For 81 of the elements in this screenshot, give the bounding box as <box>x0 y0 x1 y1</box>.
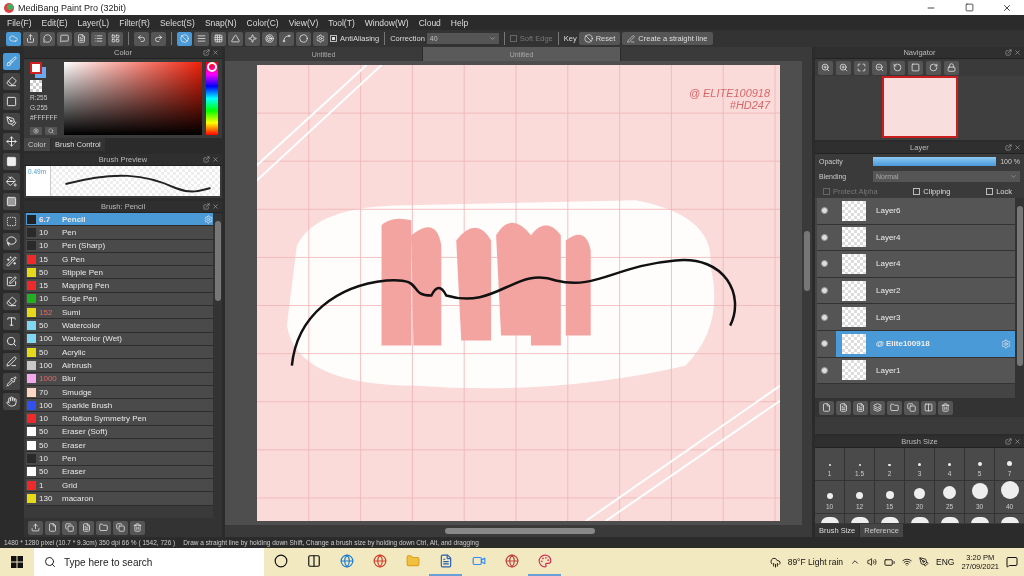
layer-name: Layer3 <box>876 312 902 322</box>
brush-name: Pen <box>62 454 78 463</box>
layer-name: Layer1 <box>876 365 902 375</box>
brush-size: 130 <box>39 493 54 503</box>
brush-size: 1000 <box>39 374 58 384</box>
brush-name: Sumi <box>62 307 82 317</box>
brush-size: 6.7 <box>39 214 52 224</box>
brush-name: Eraser <box>62 467 87 477</box>
menu-item[interactable]: Edit(E) <box>36 17 73 28</box>
brush-item[interactable]: 100 Airbrush <box>26 359 213 373</box>
brush-size: 50 <box>39 467 49 477</box>
layer-name: Layer4 <box>876 232 902 242</box>
menu-item[interactable]: Cloud <box>413 17 446 28</box>
layer-name: Layer4 <box>876 259 902 269</box>
language-indicator[interactable]: ENG <box>936 557 955 567</box>
menu-item[interactable]: Help <box>445 17 474 28</box>
brush-name: macaron <box>62 493 95 503</box>
layer-name: Layer6 <box>876 206 902 216</box>
menu-item[interactable]: View(V) <box>283 17 324 28</box>
brush-name: Grid <box>62 480 79 490</box>
brush-size: 1 <box>39 480 45 490</box>
brush-size: 10 <box>39 294 49 304</box>
brush-item[interactable]: 10 Rotation Symmetry Pen <box>26 412 213 426</box>
brush-size: 100 <box>39 334 54 344</box>
layer-name: @ Elite100918 <box>876 339 931 349</box>
menu-item[interactable]: Window(W) <box>359 17 414 28</box>
brush-name: Pen <box>62 227 78 237</box>
brush-name: Eraser (Soft) <box>62 427 109 437</box>
menu-item[interactable]: Tool(T) <box>323 17 360 28</box>
brush-name: Eraser <box>62 440 87 450</box>
brush-size: 10 <box>39 227 49 237</box>
brush-size: 15 <box>39 281 49 291</box>
brush-name: Watercolor (Wet) <box>62 334 123 344</box>
menu-item[interactable]: Filter(R) <box>114 17 155 28</box>
weather-text: 89°F Light rain <box>787 557 844 567</box>
brush-item[interactable]: 50 Eraser <box>26 439 213 453</box>
brush-item[interactable]: 152 Sumi <box>26 306 213 320</box>
signature-text: @ ELITE100918 <box>688 87 771 100</box>
menu-item[interactable]: Select(S) <box>154 17 200 28</box>
brush-name: Smudge <box>62 387 93 397</box>
brush-name: Watercolor <box>62 321 102 330</box>
brush-size: 50 <box>39 347 49 357</box>
brush-size: 50 <box>39 440 49 450</box>
brush-size: 100 <box>39 360 54 370</box>
menu-item[interactable]: File(F) <box>2 17 37 28</box>
brush-item[interactable]: 130 macaron <box>26 492 213 506</box>
brush-item[interactable]: 100 Sparkle Brush <box>26 399 213 413</box>
brush-name: G Pen <box>62 254 86 264</box>
brush-name: Pencil <box>62 214 87 224</box>
brush-name: Mapping Pen <box>62 281 111 291</box>
brush-name: Acrylic <box>62 347 87 357</box>
tag-text: #HD247 <box>729 99 771 112</box>
brush-item[interactable]: 10 Pen <box>26 226 213 240</box>
menu-item[interactable]: Color(C) <box>241 17 284 28</box>
brush-size: 100 <box>39 400 54 410</box>
brush-size: 10 <box>39 414 49 424</box>
menu-item[interactable]: Snap(N) <box>199 17 242 28</box>
brush-name: Stipple Pen <box>62 267 104 277</box>
layer-name: Layer2 <box>876 286 902 296</box>
brush-name: Blur <box>62 374 78 384</box>
window-title: MediBang Paint Pro (32bit) <box>18 2 127 13</box>
brush-name: Airbrush <box>62 360 93 370</box>
brush-size: 50 <box>39 321 49 330</box>
menu-item[interactable]: Layer(L) <box>72 17 115 28</box>
brush-size: 10 <box>39 241 49 251</box>
brush-size: 50 <box>39 427 49 437</box>
search-field[interactable]: Type here to search <box>34 548 264 576</box>
brush-size: 50 <box>39 267 49 277</box>
brush-item[interactable]: 50 Stipple Pen <box>26 266 213 280</box>
brush-size: 15 <box>39 254 49 264</box>
brush-name: Sparkle Brush <box>62 400 114 410</box>
brush-name: Edge Pen <box>62 294 99 304</box>
brush-name: Rotation Symmetry Pen <box>62 414 148 424</box>
brush-name: Pen (Sharp) <box>62 241 107 251</box>
brush-item[interactable]: 50 Watercolor <box>26 319 213 333</box>
brush-item[interactable]: 15 Mapping Pen <box>26 279 213 293</box>
brush-size: 70 <box>39 387 49 397</box>
brush-size: 10 <box>39 454 49 463</box>
brush-size: 152 <box>39 307 54 317</box>
search-placeholder: Type here to search <box>64 556 153 568</box>
brush-item[interactable]: 10 Pen <box>26 452 213 466</box>
